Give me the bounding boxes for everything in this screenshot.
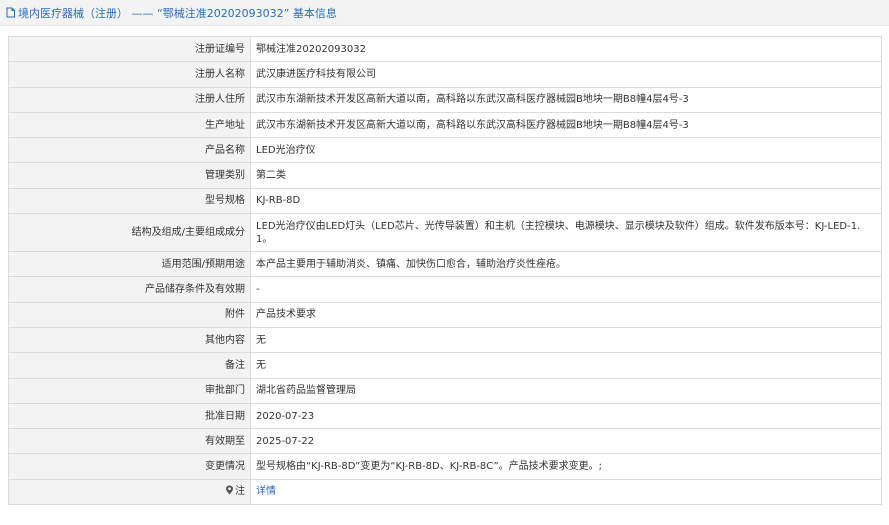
table-row: 有效期至 2025-07-22 xyxy=(8,428,882,455)
table-row: 注册人住所 武汉市东湖新技术开发区高新大道以南，高科路以东武汉高科医疗器械园B地… xyxy=(8,86,882,113)
row-value: 型号规格由“KJ-RB-8D”变更为“KJ-RB-8D、KJ-RB-8C”。产品… xyxy=(250,453,882,480)
table-row: 适用范围/预期用途 本产品主要用于辅助消炎、镇痛、加快伤口愈合，辅助治疗炎性痤疮… xyxy=(8,251,882,278)
table-row: 产品储存条件及有效期 - xyxy=(8,276,882,303)
row-value: 湖北省药品监督管理局 xyxy=(250,377,882,404)
row-value: 第二类 xyxy=(250,162,882,189)
row-label: 适用范围/预期用途 xyxy=(8,251,251,278)
row-label: 生产地址 xyxy=(8,111,251,139)
table-row: 备注 无 xyxy=(8,352,882,379)
table-row: 注册人名称 武汉康进医疗科技有限公司 xyxy=(8,61,882,88)
row-label: 有效期至 xyxy=(8,428,251,455)
document-icon xyxy=(5,7,16,18)
row-value: LED光治疗仪由LED灯头（LED芯片、光传导装置）和主机（主控模块、电源模块、… xyxy=(250,213,882,253)
table-row: 其他内容 无 xyxy=(8,326,882,354)
row-label: 结构及组成/主要组成成分 xyxy=(8,213,251,253)
row-label: 变更情况 xyxy=(8,453,251,480)
row-value: 武汉市东湖新技术开发区高新大道以南，高科路以东武汉高科医疗器械园B地块一期B8幢… xyxy=(250,86,882,113)
row-label: 其他内容 xyxy=(8,326,251,354)
row-label: 注册人名称 xyxy=(8,61,251,88)
page-title: 境内医疗器械（注册） —— “鄂械注准20202093032” 基本信息 xyxy=(18,6,337,20)
row-value: 无 xyxy=(250,352,882,379)
table-row: 生产地址 武汉市东湖新技术开发区高新大道以南，高科路以东武汉高科医疗器械园B地块… xyxy=(8,111,882,139)
note-value-cell: 详情 xyxy=(250,478,882,506)
row-value: 鄂械注准20202093032 xyxy=(250,35,882,63)
row-value: 2020-07-23 xyxy=(250,402,882,430)
row-value: LED光治疗仪 xyxy=(250,137,882,164)
row-label: 审批部门 xyxy=(8,377,251,404)
row-value: 武汉康进医疗科技有限公司 xyxy=(250,61,882,88)
row-value: KJ-RB-8D xyxy=(250,187,882,215)
row-value: 产品技术要求 xyxy=(250,301,882,328)
row-label: 管理类别 xyxy=(8,162,251,189)
note-label: 注 xyxy=(235,486,245,498)
details-link[interactable]: 详情 xyxy=(256,486,276,497)
row-label: 型号规格 xyxy=(8,187,251,215)
row-label: 备注 xyxy=(8,352,251,379)
row-label: 产品储存条件及有效期 xyxy=(8,276,251,303)
map-pin-icon xyxy=(225,485,234,495)
row-value: 本产品主要用于辅助消炎、镇痛、加快伤口愈合，辅助治疗炎性痤疮。 xyxy=(250,251,882,278)
row-label: 产品名称 xyxy=(8,137,251,164)
table-row: 注册证编号 鄂械注准20202093032 xyxy=(8,35,882,63)
table-row: 批准日期 2020-07-23 xyxy=(8,402,882,430)
table-row: 结构及组成/主要组成成分 LED光治疗仪由LED灯头（LED芯片、光传导装置）和… xyxy=(8,213,882,253)
note-label-cell: 注 xyxy=(8,478,251,506)
row-label: 批准日期 xyxy=(8,402,251,430)
table-row: 变更情况 型号规格由“KJ-RB-8D”变更为“KJ-RB-8D、KJ-RB-8… xyxy=(8,453,882,480)
row-label: 注册人住所 xyxy=(8,86,251,113)
table-row: 型号规格 KJ-RB-8D xyxy=(8,187,882,215)
row-value: - xyxy=(250,276,882,303)
device-info-table: 注册证编号 鄂械注准20202093032 注册人名称 武汉康进医疗科技有限公司… xyxy=(8,35,882,506)
row-value: 2025-07-22 xyxy=(250,428,882,455)
table-row: 附件 产品技术要求 xyxy=(8,301,882,328)
row-label: 附件 xyxy=(8,301,251,328)
row-label: 注册证编号 xyxy=(8,35,251,63)
page-header: 境内医疗器械（注册） —— “鄂械注准20202093032” 基本信息 xyxy=(0,0,889,26)
table-row-note: 注 详情 xyxy=(8,478,882,506)
table-row: 管理类别 第二类 xyxy=(8,162,882,189)
table-row: 审批部门 湖北省药品监督管理局 xyxy=(8,377,882,404)
table-row: 产品名称 LED光治疗仪 xyxy=(8,137,882,164)
row-value: 武汉市东湖新技术开发区高新大道以南，高科路以东武汉高科医疗器械园B地块一期B8幢… xyxy=(250,111,882,139)
row-value: 无 xyxy=(250,326,882,354)
